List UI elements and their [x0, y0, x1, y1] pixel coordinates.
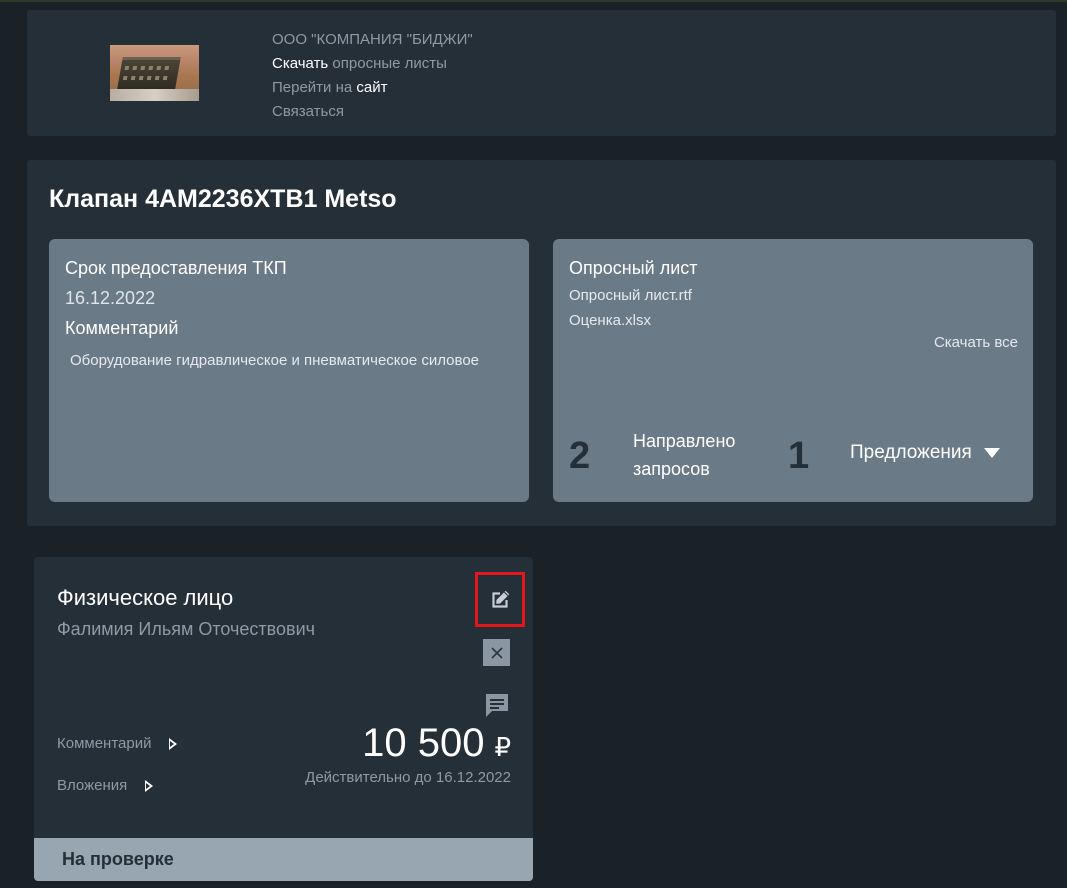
deadline-label: Срок предоставления ТКП [65, 258, 287, 278]
comment-toggle-label: Комментарий [57, 735, 152, 752]
company-links: ООО "КОМПАНИЯ "БИДЖИ" Скачать опросные л… [272, 28, 473, 124]
caret-right-icon [145, 779, 154, 792]
offer-person-name: Фалимия Ильям Оточествович [57, 619, 316, 639]
close-button[interactable] [483, 639, 510, 666]
goto-site-prefix: Перейти на [272, 79, 357, 96]
download-link-rest[interactable]: опросные листы [328, 55, 447, 72]
goto-site-word[interactable]: сайт [356, 79, 387, 96]
sent-label-line2: запросов [633, 459, 710, 479]
edit-icon [492, 590, 510, 608]
comment-text: Оборудование гидравлическое и пневматиче… [70, 352, 480, 369]
company-card: ООО "КОМПАНИЯ "БИДЖИ" Скачать опросные л… [27, 10, 1056, 136]
request-title: Клапан 4AM2236XTB1 Metso [49, 185, 397, 213]
chat-icon[interactable] [483, 691, 511, 719]
caret-right-icon [169, 737, 178, 750]
sent-label: Направлено запросов [633, 427, 735, 483]
goto-site-link[interactable]: Перейти на сайт [272, 76, 473, 100]
offers-count: 1 [788, 435, 810, 477]
attachments-toggle-label: Вложения [57, 777, 128, 794]
file-link-xlsx[interactable]: Оценка.xlsx [569, 312, 651, 329]
comment-label: Комментарий [65, 318, 179, 338]
request-info-panel: Срок предоставления ТКП 16.12.2022 Комме… [49, 239, 529, 502]
company-name: ООО "КОМПАНИЯ "БИДЖИ" [272, 31, 473, 48]
file-link-rtf[interactable]: Опросный лист.rtf [569, 287, 692, 304]
comment-toggle[interactable]: Комментарий [57, 735, 178, 752]
offers-dropdown[interactable]: Предложения [850, 442, 1000, 464]
price-value: 10 500 [362, 721, 485, 765]
offer-card: Физическое лицо Фалимия Ильям Оточествов… [34, 557, 533, 881]
deadline-value: 16.12.2022 [65, 288, 156, 308]
offer-price: 10 500 ₽ [362, 721, 511, 766]
download-all-link[interactable]: Скачать все [934, 334, 1018, 351]
status-bar: На проверке [34, 838, 533, 881]
attachments-toggle[interactable]: Вложения [57, 777, 154, 794]
valid-until: Действительно до 16.12.2022 [305, 769, 511, 786]
caret-down-icon [983, 448, 1000, 458]
top-border [0, 0, 1067, 2]
status-label: На проверке [62, 849, 174, 869]
close-icon [490, 646, 503, 659]
company-photo [110, 45, 199, 101]
sent-count: 2 [569, 435, 591, 477]
questionnaire-label: Опросный лист [569, 258, 698, 278]
contact-link[interactable]: Связаться [272, 100, 473, 124]
offers-dropdown-label: Предложения [850, 442, 972, 463]
offer-supplier-type: Физическое лицо [57, 585, 234, 610]
questionnaire-panel: Опросный лист Опросный лист.rtf Оценка.x… [553, 239, 1033, 502]
request-card: Клапан 4AM2236XTB1 Metso Срок предоставл… [27, 160, 1056, 526]
currency-symbol: ₽ [494, 732, 511, 762]
sent-label-line1: Направлено [633, 431, 736, 451]
edit-button[interactable] [475, 572, 525, 627]
download-questionnaires-link[interactable]: Скачать опросные листы [272, 52, 473, 76]
download-link-prefix[interactable]: Скачать [272, 55, 328, 72]
